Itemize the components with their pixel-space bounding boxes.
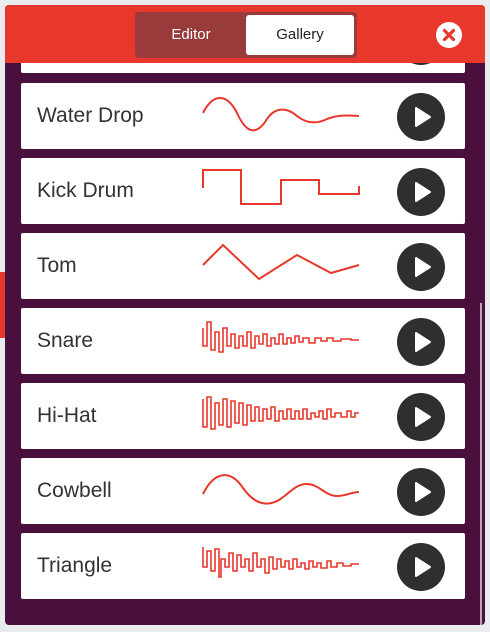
sound-label: Tom <box>37 254 77 277</box>
close-x-icon <box>442 28 456 42</box>
play-button[interactable] <box>397 318 445 366</box>
waveform-preview <box>202 547 359 578</box>
play-icon <box>415 407 431 427</box>
play-button[interactable] <box>397 243 445 291</box>
sound-item-kick-drum[interactable]: Kick Drum <box>21 158 465 224</box>
close-button[interactable] <box>436 22 462 48</box>
waveform-preview <box>202 97 360 132</box>
play-button[interactable] <box>397 168 445 216</box>
sound-label: Triangle <box>37 554 113 577</box>
sound-item-water-drop[interactable]: Water Drop <box>21 83 465 149</box>
play-icon <box>415 257 431 277</box>
sound-label: Hi-Hat <box>37 404 97 427</box>
sound-item-tom[interactable]: Tom <box>21 233 465 299</box>
sound-item-snare[interactable]: Snare <box>21 308 465 374</box>
play-icon <box>415 182 431 202</box>
waveform-preview <box>202 243 360 281</box>
waveform-preview <box>202 321 359 353</box>
sound-label: Snare <box>37 329 94 352</box>
waveform-preview <box>202 474 360 505</box>
sound-label: Cowbell <box>37 479 112 502</box>
view-toggle: Editor Gallery <box>135 12 357 58</box>
play-button[interactable] <box>397 93 445 141</box>
sound-list[interactable]: Water Drop Kick Drum Tom Snare Hi-Hat Co… <box>5 63 485 625</box>
scrollbar[interactable] <box>480 303 482 625</box>
tab-editor[interactable]: Editor <box>138 15 244 55</box>
sound-item-cowbell[interactable]: Cowbell <box>21 458 465 524</box>
play-button[interactable] <box>397 543 445 591</box>
sound-label: Kick Drum <box>37 179 134 202</box>
tab-gallery[interactable]: Gallery <box>246 15 354 55</box>
play-button[interactable] <box>397 393 445 441</box>
play-icon <box>415 482 431 502</box>
dialog-header: Editor Gallery <box>5 5 485 63</box>
sound-gallery-dialog: Editor Gallery Water Drop Kick Drum Tom … <box>5 5 485 625</box>
play-icon <box>415 332 431 352</box>
sound-item-partial[interactable] <box>21 63 465 73</box>
sound-label: Water Drop <box>37 104 144 127</box>
play-button[interactable] <box>397 63 445 65</box>
waveform-preview <box>202 169 360 205</box>
play-icon <box>415 107 431 127</box>
waveform-preview <box>202 396 359 430</box>
sound-item-triangle[interactable]: Triangle <box>21 533 465 599</box>
sound-item-hi-hat[interactable]: Hi-Hat <box>21 383 465 449</box>
play-icon <box>415 557 431 577</box>
play-button[interactable] <box>397 468 445 516</box>
